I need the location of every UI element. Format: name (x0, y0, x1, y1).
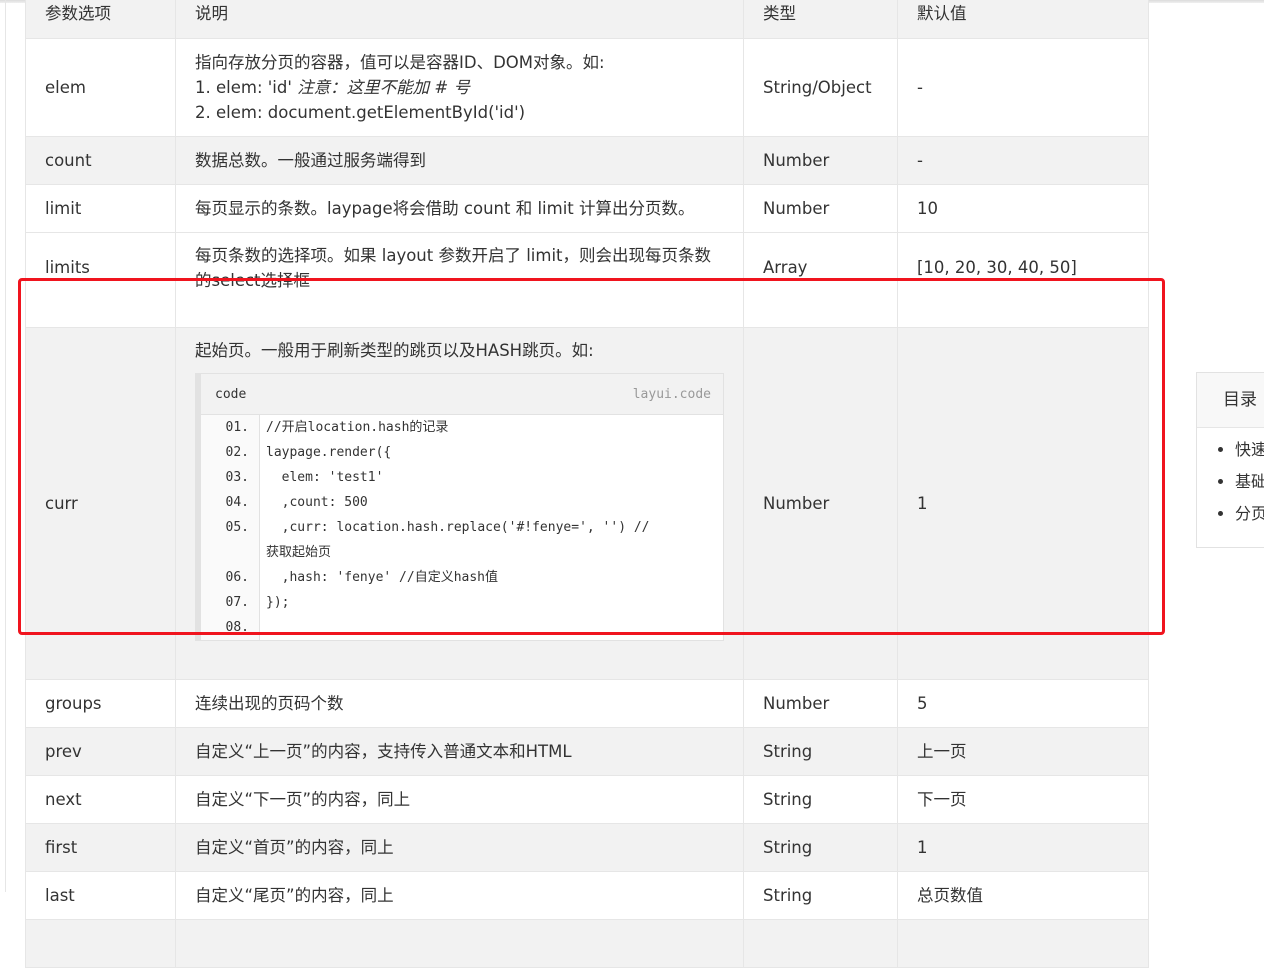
param-name: groups (25, 679, 176, 728)
table-row-curr: curr 起始页。一般用于刷新类型的跳页以及HASH跳页。如: code lay… (25, 327, 1149, 680)
code-line: ,curr: location.hash.replace('#!fenye=',… (266, 520, 650, 535)
toc-title: 目录 (1197, 373, 1264, 428)
table-row-last: last 自定义“尾页”的内容，同上 String 总页数值 (25, 871, 1149, 920)
table-row-groups: groups 连续出现的页码个数 Number 5 (25, 679, 1149, 728)
header-description: 说明 (175, 0, 744, 39)
line-number: 02. (225, 445, 249, 460)
code-line: }); (266, 595, 290, 610)
code-label: code (215, 386, 247, 402)
param-default: - (897, 38, 1149, 137)
line-number: 08. (225, 620, 249, 635)
line-number: 01. (225, 420, 249, 435)
line-number: 05. (225, 520, 249, 535)
line-number-gutter: 01. 02. 03. 04. 05. 06. 07. 08. (201, 415, 260, 640)
code-line: //开启location.hash的记录 (266, 420, 449, 435)
param-description: 自定义“上一页”的内容，支持传入普通文本和HTML (175, 727, 744, 776)
toc-item[interactable]: 分页 (1235, 498, 1264, 530)
line-number: 04. (225, 495, 249, 510)
desc-line: 1. elem: 'id' 注意：这里不能加 # 号 (195, 75, 724, 100)
table-row-count: count 数据总数。一般通过服务端得到 Number - (25, 136, 1149, 185)
param-name: prev (25, 727, 176, 776)
line-number: 07. (225, 595, 249, 610)
param-description: 指向存放分页的容器，值可以是容器ID、DOM对象。如: 1. elem: 'id… (175, 38, 744, 137)
param-name: last (25, 871, 176, 920)
code-block-header: code layui.code (201, 374, 723, 415)
table-row-first: first 自定义“首页”的内容，同上 String 1 (25, 823, 1149, 872)
param-type: String (743, 775, 898, 824)
parameter-table: 参数选项 说明 类型 默认值 elem 指向存放分页的容器，值可以是容器ID、D… (25, 0, 1149, 968)
table-row-partial (25, 919, 1149, 968)
param-description: 自定义“下一页”的内容，同上 (175, 775, 744, 824)
param-default: 10 (897, 184, 1149, 233)
param-default: 上一页 (897, 727, 1149, 776)
param-description: 自定义“尾页”的内容，同上 (175, 871, 744, 920)
param-type: Number (743, 327, 898, 680)
param-type: Number (743, 679, 898, 728)
code-block: code layui.code 01. 02. 03. 04. 05. 06. (195, 373, 724, 641)
param-description: 每页条数的选择项。如果 layout 参数开启了 limit，则会出现每页条数的… (175, 232, 744, 328)
param-description: 连续出现的页码个数 (175, 679, 744, 728)
param-description: 数据总数。一般通过服务端得到 (175, 136, 744, 185)
desc-note: 注意：这里不能加 # 号 (297, 78, 470, 97)
page-left-border (5, 0, 6, 892)
header-default: 默认值 (897, 0, 1149, 39)
code-brand: layui.code (632, 386, 711, 402)
table-row-next: next 自定义“下一页”的内容，同上 String 下一页 (25, 775, 1149, 824)
param-type: Number (743, 184, 898, 233)
param-description: 起始页。一般用于刷新类型的跳页以及HASH跳页。如: code layui.co… (175, 327, 744, 680)
param-name: count (25, 136, 176, 185)
code-line: 获取起始页 (266, 545, 332, 560)
param-name: first (25, 823, 176, 872)
param-description: 每页显示的条数。laypage将会借助 count 和 limit 计算出分页数… (175, 184, 744, 233)
param-default: 1 (897, 327, 1149, 680)
desc-text: 每页条数的选择项。如果 layout 参数开启了 limit，则会出现每页条数的… (195, 246, 712, 290)
table-row-limit: limit 每页显示的条数。laypage将会借助 count 和 limit … (25, 184, 1149, 233)
toc-item[interactable]: 快速 (1235, 434, 1264, 466)
table-row-prev: prev 自定义“上一页”的内容，支持传入普通文本和HTML String 上一… (25, 727, 1149, 776)
table-row-elem: elem 指向存放分页的容器，值可以是容器ID、DOM对象。如: 1. elem… (25, 38, 1149, 137)
param-default: [10, 20, 30, 40, 50] (897, 232, 1149, 328)
param-name: limit (25, 184, 176, 233)
code-line: ,hash: 'fenye' //自定义hash值 (266, 570, 499, 585)
param-type: Number (743, 136, 898, 185)
desc-line: 指向存放分页的容器，值可以是容器ID、DOM对象。如: (195, 53, 605, 72)
param-default: - (897, 136, 1149, 185)
param-type: String (743, 823, 898, 872)
param-type: String (743, 727, 898, 776)
table-row-limits: limits 每页条数的选择项。如果 layout 参数开启了 limit，则会… (25, 232, 1149, 328)
param-default: 5 (897, 679, 1149, 728)
param-description: 自定义“首页”的内容，同上 (175, 823, 744, 872)
param-name: curr (25, 327, 176, 680)
desc-example: 1. elem: 'id' (195, 78, 292, 97)
toc-list: 快速 基础 分页 (1197, 428, 1264, 530)
param-default: 总页数值 (897, 871, 1149, 920)
code-lines: //开启location.hash的记录 laypage.render({ el… (260, 415, 723, 640)
table-header-row: 参数选项 说明 类型 默认值 (25, 0, 1149, 39)
header-option: 参数选项 (25, 0, 176, 39)
code-body: 01. 02. 03. 04. 05. 06. 07. 08. //开启loca… (201, 415, 723, 640)
param-name: next (25, 775, 176, 824)
desc-line: 2. elem: document.getElementById('id') (195, 103, 526, 122)
line-number (201, 540, 259, 565)
param-type: String/Object (743, 38, 898, 137)
code-line: laypage.render({ (266, 445, 392, 460)
param-type: Array (743, 232, 898, 328)
code-line: ,count: 500 (266, 495, 368, 510)
code-line: elem: 'test1' (266, 470, 384, 485)
param-default: 下一页 (897, 775, 1149, 824)
line-number: 06. (225, 570, 249, 585)
header-type: 类型 (743, 0, 898, 39)
desc-text: 起始页。一般用于刷新类型的跳页以及HASH跳页。如: (195, 341, 594, 360)
param-type: String (743, 871, 898, 920)
param-default: 1 (897, 823, 1149, 872)
param-name: elem (25, 38, 176, 137)
line-number: 03. (225, 470, 249, 485)
param-name: limits (25, 232, 176, 328)
toc-item[interactable]: 基础 (1235, 466, 1264, 498)
table-of-contents: 目录 快速 基础 分页 (1196, 372, 1264, 548)
